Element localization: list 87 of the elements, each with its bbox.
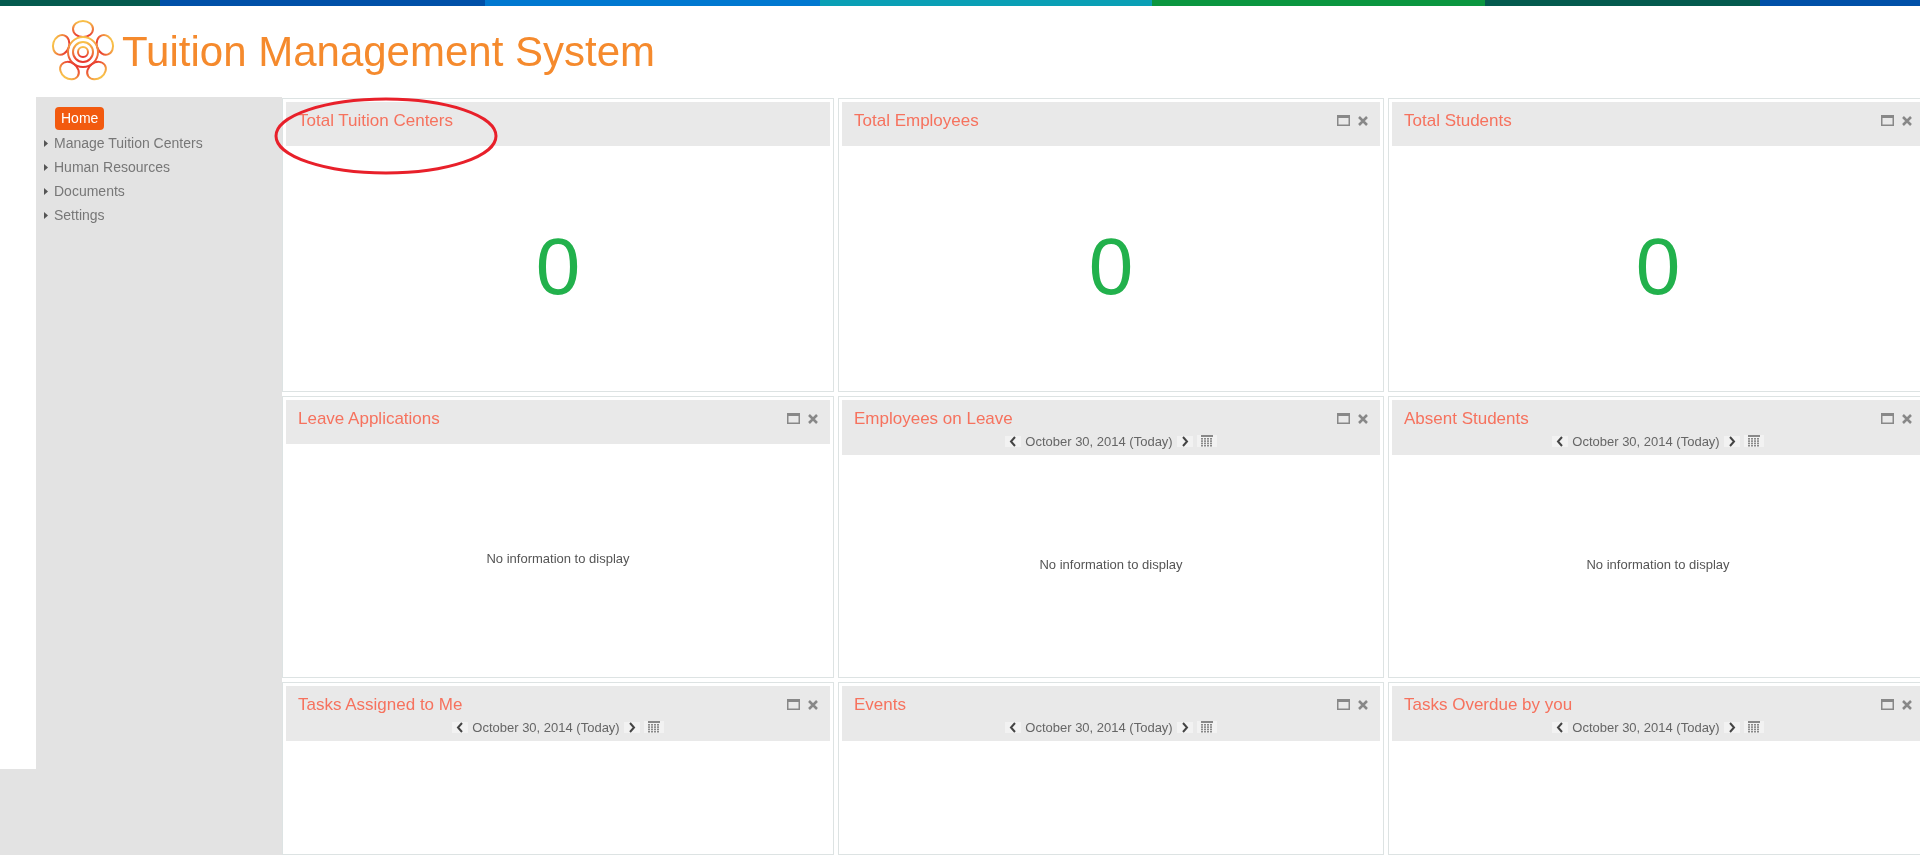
window-icon (1881, 115, 1894, 127)
empty-message: No information to display (486, 550, 630, 568)
window-icon (1337, 115, 1350, 127)
maximize-button[interactable] (1337, 115, 1350, 127)
widget-title: Employees on Leave (854, 408, 1013, 430)
chevron-right-icon (1727, 721, 1736, 733)
close-icon (1902, 699, 1912, 710)
window-icon (1337, 699, 1350, 711)
nav-item[interactable]: Manage Tuition Centers (44, 133, 203, 154)
empty-message: No information to display (1039, 555, 1183, 574)
caret-right-icon (44, 164, 48, 171)
caret-right-icon (44, 212, 48, 219)
caret-right-icon (44, 140, 48, 147)
window-icon (1881, 413, 1894, 425)
maximize-button[interactable] (1881, 115, 1894, 127)
close-button[interactable] (808, 699, 818, 710)
close-button[interactable] (1358, 413, 1368, 424)
window-icon (787, 413, 800, 425)
window-icon (787, 699, 800, 711)
window-icon (1881, 699, 1894, 711)
chevron-left-icon (1556, 721, 1565, 733)
close-button[interactable] (1358, 699, 1368, 710)
next-button[interactable] (623, 721, 640, 733)
date-label: October 30, 2014 (Today) (1025, 432, 1173, 451)
previous-button[interactable] (1005, 435, 1022, 447)
date-label: October 30, 2014 (Today) (1572, 718, 1720, 737)
widget-title: Total Employees (854, 110, 979, 132)
next-button[interactable] (1176, 721, 1193, 733)
close-icon (1902, 115, 1912, 126)
widget-title: Total Tuition Centers (298, 110, 453, 132)
close-icon (808, 413, 818, 424)
maximize-button[interactable] (1337, 413, 1350, 425)
count-value: 0 (1088, 226, 1134, 307)
next-button[interactable] (1723, 721, 1740, 733)
previous-button[interactable] (1552, 435, 1569, 447)
widget-title: Total Students (1404, 110, 1512, 132)
calendar-icon (1200, 435, 1213, 448)
close-icon (1902, 413, 1912, 424)
nav-item[interactable]: Documents (44, 181, 125, 202)
chevron-right-icon (1180, 435, 1189, 447)
widget-title: Absent Students (1404, 408, 1529, 430)
maximize-button[interactable] (1337, 699, 1350, 711)
close-button[interactable] (1902, 413, 1912, 424)
chevron-right-icon (1180, 721, 1189, 733)
chevron-left-icon (1009, 435, 1018, 447)
calendar-icon (1747, 435, 1760, 448)
count-value: 0 (1635, 226, 1681, 307)
date-label: October 30, 2014 (Today) (472, 718, 620, 737)
close-button[interactable] (808, 413, 818, 424)
close-icon (808, 699, 818, 710)
calendar-icon (1200, 721, 1213, 734)
close-icon (1358, 413, 1368, 424)
widget-title: Tasks Assigned to Me (298, 694, 463, 716)
maximize-button[interactable] (1881, 699, 1894, 711)
date-label: October 30, 2014 (Today) (1025, 718, 1173, 737)
nav-item[interactable]: Settings (44, 205, 105, 226)
chevron-right-icon (1727, 435, 1736, 447)
next-button[interactable] (1723, 435, 1740, 447)
widget-title: Events (854, 694, 906, 716)
maximize-button[interactable] (1881, 413, 1894, 425)
chevron-left-icon (1009, 721, 1018, 733)
previous-button[interactable] (1005, 721, 1022, 733)
chevron-left-icon (1556, 435, 1565, 447)
window-icon (1337, 413, 1350, 425)
chevron-left-icon (456, 721, 465, 733)
count-value: 0 (535, 226, 581, 307)
empty-message: No information to display (1586, 555, 1730, 574)
caret-right-icon (44, 188, 48, 195)
close-button[interactable] (1902, 115, 1912, 126)
next-button[interactable] (1176, 435, 1193, 447)
widget-title: Tasks Overdue by you (1404, 694, 1573, 716)
maximize-button[interactable] (787, 699, 800, 711)
close-button[interactable] (1902, 699, 1912, 710)
previous-button[interactable] (1552, 721, 1569, 733)
close-icon (1358, 115, 1368, 126)
close-icon (1358, 699, 1368, 710)
app-title: Tuition Management System (122, 27, 656, 77)
nav-item[interactable]: Home (55, 107, 105, 130)
nav-item[interactable]: Human Resources (44, 157, 170, 178)
calendar-icon (1747, 721, 1760, 734)
widget-title: Leave Applications (298, 408, 440, 430)
previous-button[interactable] (452, 721, 469, 733)
maximize-button[interactable] (787, 413, 800, 425)
close-button[interactable] (1358, 115, 1368, 126)
calendar-icon (647, 721, 660, 734)
chevron-right-icon (627, 721, 636, 733)
date-label: October 30, 2014 (Today) (1572, 432, 1720, 451)
